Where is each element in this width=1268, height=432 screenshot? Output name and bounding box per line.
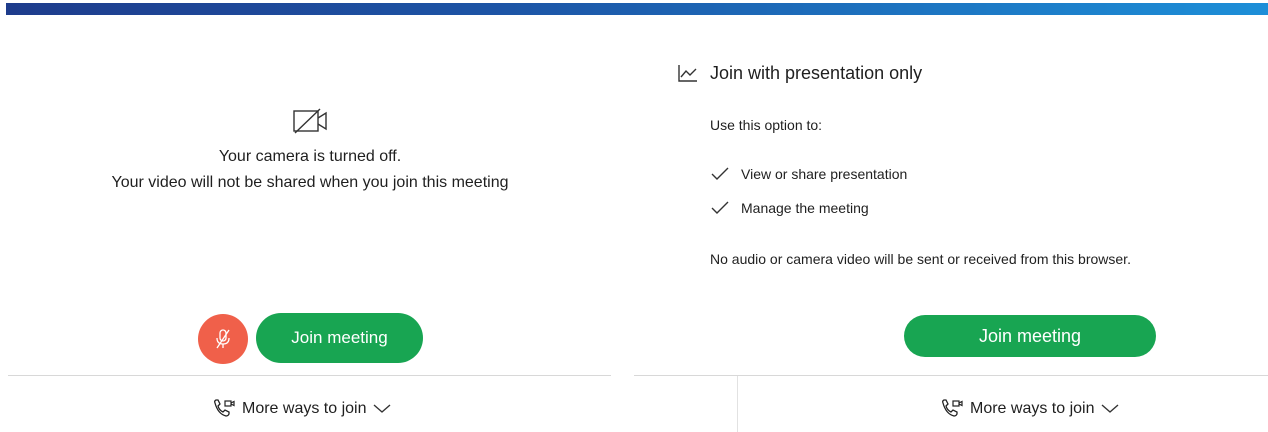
presentation-only-title: Join with presentation only xyxy=(710,63,923,83)
more-ways-label: More ways to join xyxy=(242,400,367,417)
divider xyxy=(634,375,1268,376)
chart-line-icon xyxy=(678,65,697,82)
mute-button[interactable] xyxy=(198,314,248,364)
vertical-divider xyxy=(737,376,738,432)
chevron-down-icon xyxy=(373,404,390,413)
camera-off-message: Your camera is turned off. xyxy=(218,148,402,165)
microphone-muted-icon xyxy=(216,329,230,349)
more-ways-to-join-link[interactable]: More ways to join xyxy=(212,398,391,420)
list-item: Manage the meeting xyxy=(711,200,869,216)
phone-video-icon xyxy=(214,399,235,417)
join-meeting-presentation-button[interactable]: Join meeting xyxy=(904,315,1156,357)
more-ways-label: More ways to join xyxy=(970,400,1095,417)
checkmark-icon xyxy=(711,167,729,180)
chevron-down-icon xyxy=(1101,404,1118,413)
divider xyxy=(8,375,611,376)
join-meeting-button[interactable]: Join meeting xyxy=(256,313,423,363)
option-manage-meeting: Manage the meeting xyxy=(741,200,869,216)
list-item: View or share presentation xyxy=(711,166,907,182)
checkmark-icon xyxy=(711,201,729,214)
option-view-share: View or share presentation xyxy=(741,166,908,182)
camera-off-icon xyxy=(293,108,327,134)
header-bar xyxy=(6,3,1268,15)
video-not-shared-message: Your video will not be shared when you j… xyxy=(111,174,509,191)
no-audio-note: No audio or camera video will be sent or… xyxy=(710,251,1131,267)
use-option-label: Use this option to: xyxy=(710,117,823,133)
phone-video-icon xyxy=(942,399,963,417)
more-ways-to-join-link[interactable]: More ways to join xyxy=(940,398,1119,420)
